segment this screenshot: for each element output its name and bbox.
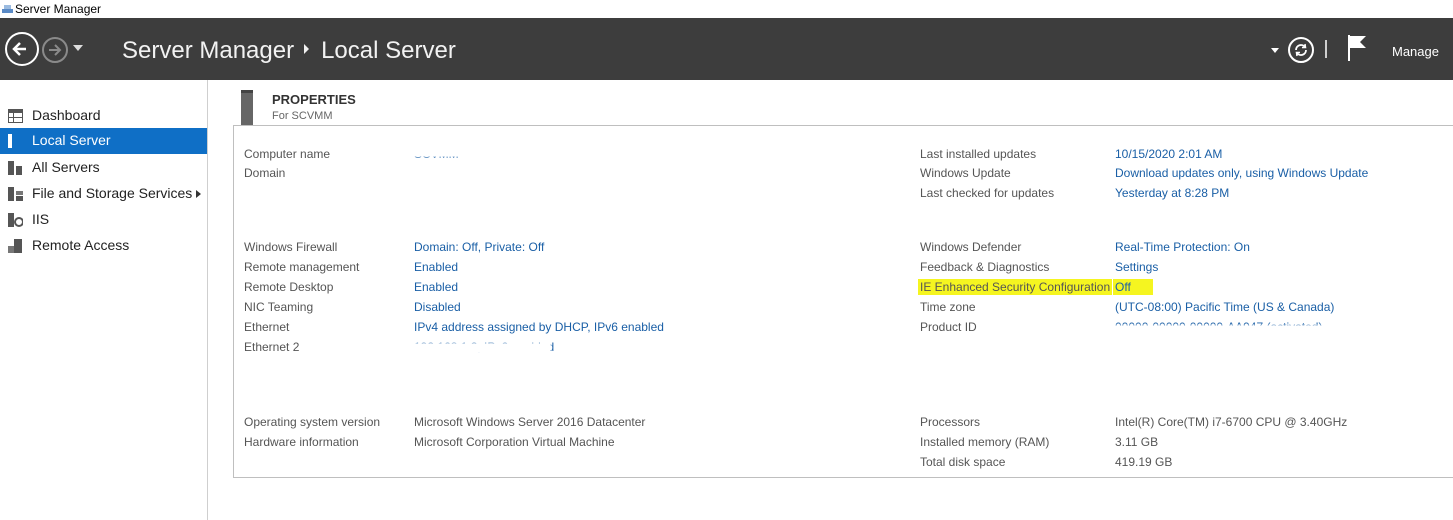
prop-value-installed-memory: 3.11 GB <box>1115 435 1159 449</box>
prop-label-windows-firewall: Windows Firewall <box>244 240 338 254</box>
sidebar-item-iis[interactable]: IIS <box>0 207 207 233</box>
sidebar-item-all-servers[interactable]: All Servers <box>0 155 207 181</box>
prop-label-windows-update: Windows Update <box>920 166 1011 180</box>
arrow-left-icon <box>12 42 26 56</box>
prop-label-ethernet: Ethernet <box>244 320 290 334</box>
prop-label-remote-management: Remote management <box>244 260 360 274</box>
arrow-right-icon <box>49 44 62 56</box>
breadcrumb-page: Local Server <box>321 37 456 64</box>
notifications-flag-icon[interactable] <box>1346 34 1370 62</box>
prop-label-domain: Domain <box>244 166 286 180</box>
prop-label-feedback-diagnostics: Feedback & Diagnostics <box>920 260 1050 274</box>
prop-label-last-installed-updates: Last installed updates <box>920 147 1037 161</box>
sidebar-item-label: File and Storage Services <box>32 185 193 201</box>
redaction-mark <box>412 147 482 156</box>
sidebar-item-dashboard[interactable]: Dashboard <box>0 103 207 129</box>
prop-label-computer-name: Computer name <box>244 147 331 161</box>
redaction-mark <box>410 170 492 177</box>
prop-label-ie-esc: IE Enhanced Security Configuration <box>918 279 1113 295</box>
refresh-button[interactable] <box>1288 37 1314 63</box>
prop-value-windows-defender[interactable]: Real-Time Protection: On <box>1115 240 1250 254</box>
sidebar-item-local-server[interactable]: Local Server <box>0 128 207 154</box>
all-servers-icon <box>8 161 22 175</box>
prop-value-hardware-info: Microsoft Corporation Virtual Machine <box>414 435 615 449</box>
prop-value-remote-desktop[interactable]: Enabled <box>414 280 458 294</box>
dashboard-icon <box>8 109 23 123</box>
prop-value-total-disk-space: 419.19 GB <box>1115 455 1173 469</box>
prop-label-ethernet-2: Ethernet 2 <box>244 340 300 354</box>
prop-label-product-id: Product ID <box>920 320 977 334</box>
prop-label-last-checked-updates: Last checked for updates <box>920 186 1055 200</box>
breadcrumb: Server Manager Local Server <box>122 37 456 65</box>
iis-icon <box>8 213 23 227</box>
sidebar-item-remote-access[interactable]: Remote Access <box>0 233 207 259</box>
window-title: Server Manager <box>15 2 102 16</box>
chevron-right-icon[interactable] <box>196 190 201 198</box>
properties-title: PROPERTIES <box>272 92 356 107</box>
prop-label-os-version: Operating system version <box>244 415 381 429</box>
server-manager-app-icon <box>2 5 13 13</box>
prop-value-feedback-diagnostics[interactable]: Settings <box>1115 260 1158 274</box>
prop-label-remote-desktop: Remote Desktop <box>244 280 334 294</box>
back-button[interactable] <box>5 32 39 66</box>
file-storage-icon <box>8 187 23 201</box>
properties-panel: Computer name SCVMM Domain com Windows F… <box>233 125 1453 478</box>
prop-value-last-checked-updates[interactable]: Yesterday at 8:28 PM <box>1115 186 1229 200</box>
sidebar-item-label: IIS <box>32 211 50 227</box>
prop-value-remote-management[interactable]: Enabled <box>414 260 458 274</box>
prop-value-last-installed-updates[interactable]: 10/15/2020 2:01 AM <box>1115 147 1222 161</box>
prop-value-time-zone[interactable]: (UTC-08:00) Pacific Time (US & Canada) <box>1115 300 1334 314</box>
sidebar: Dashboard Local Server All Servers File … <box>0 80 208 520</box>
sidebar-item-label: Local Server <box>32 132 111 148</box>
breadcrumb-separator-icon <box>304 43 310 54</box>
prop-label-hardware-info: Hardware information <box>244 435 359 449</box>
prop-value-windows-update[interactable]: Download updates only, using Windows Upd… <box>1115 166 1368 180</box>
prop-value-ethernet[interactable]: IPv4 address assigned by DHCP, IPv6 enab… <box>414 320 664 334</box>
prop-label-total-disk-space: Total disk space <box>920 455 1006 469</box>
local-server-icon <box>8 134 12 148</box>
refresh-icon <box>1295 43 1307 57</box>
redaction-mark <box>410 344 550 352</box>
header-bar: Server Manager Local Server Manage <box>0 18 1453 80</box>
forward-button[interactable] <box>42 37 68 63</box>
sidebar-item-label: All Servers <box>32 159 100 175</box>
prop-label-time-zone: Time zone <box>920 300 976 314</box>
prop-label-windows-defender: Windows Defender <box>920 240 1022 254</box>
prop-value-nic-teaming[interactable]: Disabled <box>414 300 461 314</box>
history-dropdown-icon[interactable] <box>73 45 83 51</box>
sidebar-item-label: Remote Access <box>32 237 130 253</box>
redaction-mark <box>1113 326 1325 334</box>
prop-value-ie-esc[interactable]: Off <box>1113 279 1153 295</box>
main-content: PROPERTIES For SCVMM Computer name SCVMM… <box>208 80 1453 520</box>
manage-menu[interactable]: Manage <box>1392 44 1439 59</box>
header-separator <box>1325 40 1327 58</box>
prop-label-nic-teaming: NIC Teaming <box>244 300 314 314</box>
remote-access-icon <box>8 239 22 253</box>
sidebar-item-file-storage[interactable]: File and Storage Services <box>0 181 207 207</box>
window-titlebar: Server Manager <box>0 0 1453 18</box>
prop-value-windows-firewall[interactable]: Domain: Off, Private: Off <box>414 240 544 254</box>
sidebar-item-label: Dashboard <box>32 107 101 123</box>
prop-label-processors: Processors <box>920 415 981 429</box>
properties-subtitle: For SCVMM <box>272 110 333 122</box>
breadcrumb-app[interactable]: Server Manager <box>122 37 294 64</box>
prop-value-os-version: Microsoft Windows Server 2016 Datacenter <box>414 415 646 429</box>
prop-label-installed-memory: Installed memory (RAM) <box>920 435 1050 449</box>
prop-value-processors: Intel(R) Core(TM) i7-6700 CPU @ 3.40GHz <box>1115 415 1348 429</box>
properties-server-icon <box>241 90 253 126</box>
header-dropdown-icon[interactable] <box>1271 48 1279 53</box>
